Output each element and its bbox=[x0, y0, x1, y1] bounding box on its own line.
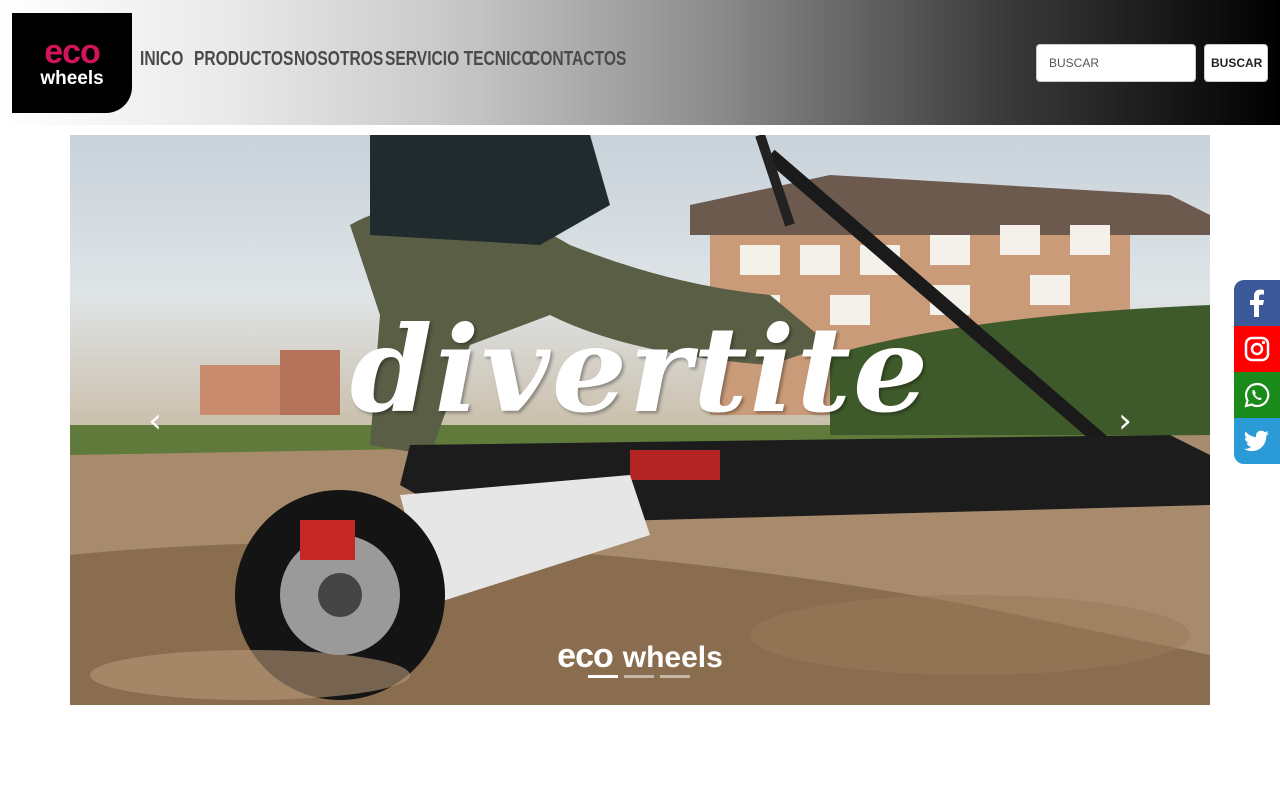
site-header: eco wheels INICO PRODUCTOS NOSOTROS SERV… bbox=[0, 0, 1280, 125]
logo-wheels-text: wheels bbox=[40, 68, 104, 89]
search-input[interactable] bbox=[1036, 44, 1196, 82]
carousel-indicator-2[interactable] bbox=[624, 675, 654, 678]
nav-item-nosotros[interactable]: NOSOTROS bbox=[294, 48, 383, 71]
social-sidebar bbox=[1234, 280, 1280, 464]
facebook-link[interactable] bbox=[1234, 280, 1280, 326]
nav-item-servicio-tecnico[interactable]: SERVICIO TECNICO bbox=[385, 48, 534, 71]
instagram-icon bbox=[1244, 336, 1270, 362]
main-nav: INICO PRODUCTOS NOSOTROS SERVICIO TECNIC… bbox=[140, 48, 626, 71]
carousel-indicator-1[interactable] bbox=[588, 675, 618, 678]
whatsapp-link[interactable] bbox=[1234, 372, 1280, 418]
carousel-indicators bbox=[588, 675, 690, 678]
search-button[interactable]: BUSCAR bbox=[1204, 44, 1268, 82]
instagram-link[interactable] bbox=[1234, 326, 1280, 372]
carousel-indicator-3[interactable] bbox=[660, 675, 690, 678]
twitter-icon bbox=[1244, 430, 1269, 452]
nav-item-contactos[interactable]: CONTACTOS bbox=[529, 48, 626, 71]
slide-brand-eco: eco bbox=[557, 637, 614, 675]
carousel-prev-button[interactable]: ‹ bbox=[140, 403, 170, 439]
logo-eco-text: eco bbox=[44, 33, 101, 71]
slide-brand-logo: eco wheels bbox=[70, 637, 1210, 676]
hero-carousel: divertite eco wheels ‹ › bbox=[70, 135, 1210, 705]
slide-headline: divertite bbox=[349, 300, 931, 439]
chevron-left-icon: ‹ bbox=[148, 401, 162, 441]
twitter-link[interactable] bbox=[1234, 418, 1280, 464]
carousel-next-button[interactable]: › bbox=[1110, 403, 1140, 439]
slide-brand-wheels: wheels bbox=[622, 641, 723, 674]
brand-logo[interactable]: eco wheels bbox=[12, 13, 132, 113]
whatsapp-icon bbox=[1244, 382, 1270, 408]
nav-item-productos[interactable]: PRODUCTOS bbox=[194, 48, 293, 71]
chevron-right-icon: › bbox=[1118, 401, 1132, 441]
nav-item-inicio[interactable]: INICO bbox=[140, 48, 183, 71]
facebook-icon bbox=[1250, 289, 1264, 317]
